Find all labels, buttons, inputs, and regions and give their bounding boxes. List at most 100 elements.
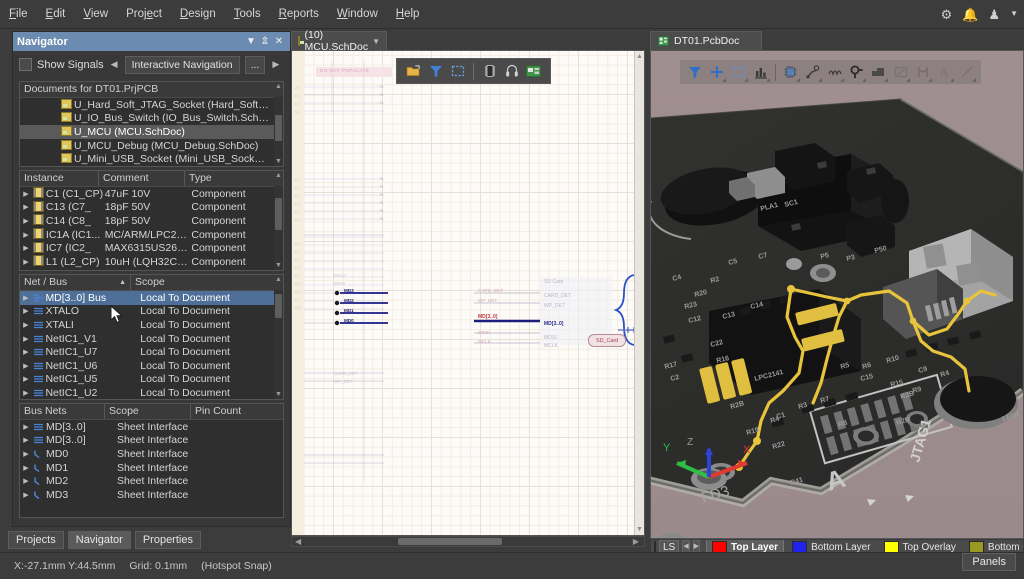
list-item-selected[interactable]: U_MCU (MCU.SchDoc) xyxy=(20,125,283,139)
menu-item-edit[interactable]: Edit xyxy=(37,4,75,24)
documents-list[interactable]: U_Hard_Soft_JTAG_Socket (Hard_Soft_JTAG_… xyxy=(20,98,283,166)
column-scope[interactable]: Scope xyxy=(104,404,190,419)
filter-icon[interactable] xyxy=(684,62,705,82)
dimension-icon[interactable] xyxy=(890,62,911,82)
menu-item-view[interactable]: View xyxy=(74,4,117,24)
table-row[interactable]: ▶XTALILocal To Document xyxy=(20,318,283,332)
scroll-down-icon[interactable]: ▼ xyxy=(636,526,643,533)
expand-icon[interactable]: ▶ xyxy=(20,307,32,315)
documents-scrollbar[interactable]: ▲ ▼ xyxy=(274,97,283,166)
column-net-bus[interactable]: Net / Bus ▲ xyxy=(20,275,130,290)
filter-icon[interactable] xyxy=(426,62,445,81)
expand-icon[interactable]: ▶ xyxy=(20,491,32,499)
column-instance[interactable]: Instance xyxy=(20,171,98,186)
panels-button[interactable]: Panels xyxy=(962,553,1016,571)
measure-icon[interactable] xyxy=(912,62,933,82)
polygon-icon[interactable] xyxy=(868,62,889,82)
nets-scrollbar[interactable]: ▲ ▼ xyxy=(274,290,283,399)
component-icon[interactable] xyxy=(780,62,801,82)
expand-icon[interactable]: ▶ xyxy=(20,375,32,383)
scroll-right-icon[interactable]: ▶ xyxy=(630,537,642,546)
column-pin-count[interactable]: Pin Count xyxy=(190,404,282,419)
user-icon[interactable]: ♟ xyxy=(988,8,1000,21)
scroll-left-icon[interactable]: ◀ xyxy=(292,537,304,546)
table-row[interactable]: ▶C14 (C8_18pF 50VComponent xyxy=(20,214,283,228)
expand-icon[interactable]: ▶ xyxy=(20,450,32,458)
list-item[interactable]: U_Hard_Soft_JTAG_Socket (Hard_Soft_JTAG_… xyxy=(20,98,283,112)
scroll-up-icon[interactable]: ▲ xyxy=(274,82,283,91)
pcb-3d-viewport[interactable]: C7 C5 R2 R20 R23 C12 C13 C14 C22 R16 R17… xyxy=(650,50,1024,539)
column-scope[interactable]: Scope xyxy=(130,275,276,290)
via-icon[interactable] xyxy=(846,62,867,82)
table-row[interactable]: ▶MD[3..0]Sheet Interface xyxy=(20,434,283,448)
scroll-up-icon[interactable]: ▲ xyxy=(636,53,643,60)
headphones-icon[interactable] xyxy=(502,62,521,81)
marquee-select-icon[interactable] xyxy=(448,62,467,81)
scroll-up-icon[interactable]: ▲ xyxy=(274,275,283,284)
table-row[interactable]: ▶XTALOLocal To Document xyxy=(20,305,283,319)
table-row[interactable]: ▶NetIC1_U5Local To Document xyxy=(20,373,283,387)
crosshair-icon[interactable] xyxy=(706,62,727,82)
table-row[interactable]: ▶MD2Sheet Interface xyxy=(20,474,283,488)
scroll-down-icon[interactable]: ▼ xyxy=(274,390,283,399)
open-folder-icon[interactable] xyxy=(404,62,423,81)
expand-icon[interactable]: ▶ xyxy=(20,389,32,397)
table-row[interactable]: ▶IC1A (IC1...MC/ARM/LPC28...Component xyxy=(20,228,283,242)
expand-icon[interactable]: ▶ xyxy=(20,217,32,225)
component-icon[interactable] xyxy=(480,62,499,81)
expand-icon[interactable]: ▶ xyxy=(20,244,32,252)
menu-item-project[interactable]: Project xyxy=(117,4,171,24)
scroll-down-icon[interactable]: ▼ xyxy=(274,261,283,270)
route-icon[interactable] xyxy=(802,62,823,82)
busnets-list[interactable]: ▶MD[3..0]Sheet Interface ▶MD[3..0]Sheet … xyxy=(20,420,283,502)
table-row[interactable]: ▶MD1Sheet Interface xyxy=(20,461,283,475)
menu-item-tools[interactable]: Tools xyxy=(225,4,270,24)
table-row[interactable]: ▶NetIC1_U2Local To Document xyxy=(20,386,283,400)
table-row[interactable]: ▶C13 (C7_18pF 50VComponent xyxy=(20,201,283,215)
table-row[interactable]: ▶MD0Sheet Interface xyxy=(20,447,283,461)
expand-icon[interactable]: ▶ xyxy=(20,477,32,485)
expand-icon[interactable]: ▶ xyxy=(20,231,32,239)
more-options-button[interactable]: ... xyxy=(245,56,266,74)
scrollbar-thumb[interactable] xyxy=(398,538,502,545)
next-arrow-icon[interactable]: ▶ xyxy=(270,59,281,70)
table-row[interactable]: ▶L1 (L2_CP)10uH (LQH32CN...Component xyxy=(20,255,283,269)
column-comment[interactable]: Comment xyxy=(98,171,184,186)
gear-icon[interactable]: ⚙ xyxy=(941,8,953,21)
interactive-navigation-button[interactable]: Interactive Navigation xyxy=(125,56,240,74)
menu-item-window[interactable]: Window xyxy=(328,4,387,24)
table-row[interactable]: ▶IC7 (IC2_MAX6315US26D1Component xyxy=(20,241,283,255)
panel-menu-icon[interactable]: ▼ xyxy=(244,36,258,47)
table-row[interactable]: ▶MD3Sheet Interface xyxy=(20,488,283,502)
instances-list[interactable]: ▶C1 (C1_CP)47uF 10VComponent ▶C13 (C7_18… xyxy=(20,187,283,269)
expand-icon[interactable]: ▶ xyxy=(20,362,32,370)
tab-properties[interactable]: Properties xyxy=(135,531,201,549)
schematic-horizontal-scrollbar[interactable]: ◀ ▶ xyxy=(291,536,645,547)
board-icon[interactable] xyxy=(524,62,543,81)
list-item[interactable]: U_MCU_Debug (MCU_Debug.SchDoc) xyxy=(20,139,283,153)
expand-icon[interactable]: ▶ xyxy=(20,203,32,211)
schematic-canvas[interactable]: DO NOT POPULATE xyxy=(291,50,645,536)
schematic-vertical-scrollbar[interactable]: ▲ ▼ xyxy=(634,51,644,535)
instances-scrollbar[interactable]: ▲ ▼ xyxy=(274,186,283,270)
menu-item-file[interactable]: File xyxy=(0,4,37,24)
pcb-document-tab[interactable]: DT01.PcbDoc xyxy=(650,31,762,50)
expand-icon[interactable]: ▶ xyxy=(20,335,32,343)
scroll-down-icon[interactable]: ▼ xyxy=(274,157,283,166)
text-icon[interactable]: A xyxy=(934,62,955,82)
list-item[interactable]: U_IO_Bus_Switch (IO_Bus_Switch.SchDoc) xyxy=(20,112,283,126)
expand-icon[interactable]: ▶ xyxy=(20,464,32,472)
sd-card-port[interactable]: SD_Card xyxy=(588,334,626,347)
marquee-select-icon[interactable] xyxy=(728,62,749,82)
expand-icon[interactable]: ▶ xyxy=(20,321,32,329)
tab-projects[interactable]: Projects xyxy=(8,531,64,549)
tab-navigator[interactable]: Navigator xyxy=(68,531,131,549)
table-row-selected[interactable]: ▶MD[3..0] BusLocal To Document xyxy=(20,291,283,305)
schematic-document-tab[interactable]: (10) MCU.SchDoc ▼ xyxy=(291,31,387,50)
line-icon[interactable] xyxy=(956,62,977,82)
expand-icon[interactable]: ▶ xyxy=(20,348,32,356)
expand-icon[interactable]: ▶ xyxy=(20,190,32,198)
table-row[interactable]: ▶NetIC1_V1Local To Document xyxy=(20,332,283,346)
menu-item-design[interactable]: Design xyxy=(171,4,225,24)
pin-icon[interactable]: ⇫ xyxy=(258,36,272,47)
